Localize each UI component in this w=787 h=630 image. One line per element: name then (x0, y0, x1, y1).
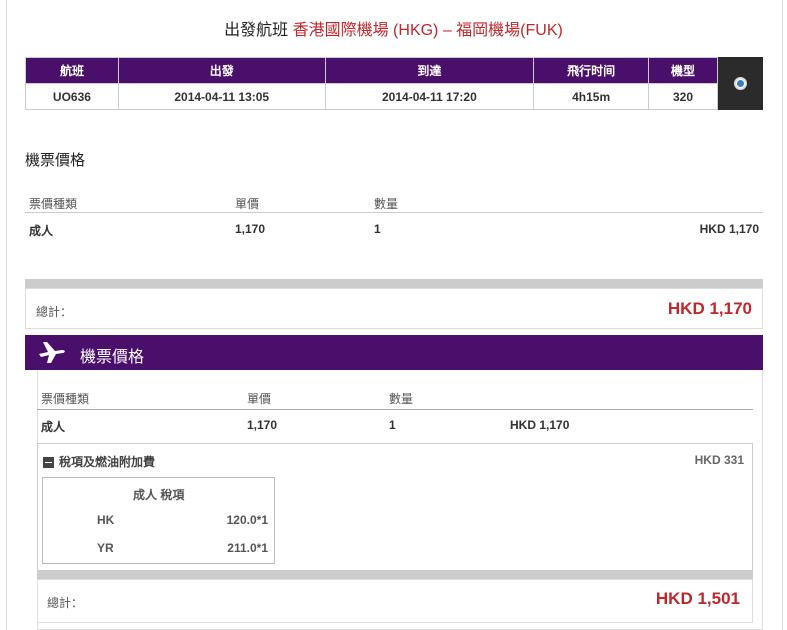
tax-section: 稅項及燃油附加費 HKD 331 成人 稅項 HK 120.0*1 YR 211… (37, 443, 753, 579)
col-flight: 航班 (25, 57, 119, 84)
tax-breakdown-title: 成人 稅項 (133, 488, 185, 502)
title-label: 出發航班 (224, 22, 289, 39)
title-route: 香港國際機場 (HKG) – 福岡機場(FUK) (292, 22, 563, 39)
tax-breakdown: 成人 稅項 HK 120.0*1 YR 211.0*1 (42, 477, 275, 564)
unit-price: 1,170 (235, 222, 266, 236)
col-fare-type: 票價種類 (29, 197, 78, 211)
divider-bar (37, 570, 753, 579)
fare-amount: HKD 1,170 (510, 418, 570, 432)
aircraft-type: 320 (648, 83, 718, 110)
fare-detail-title: 機票價格 (80, 349, 145, 366)
col-arrive: 到達 (324, 57, 535, 84)
flight-duration: 4h15m (533, 83, 650, 110)
col-unit-price: 單價 (247, 392, 272, 406)
col-depart: 出發 (117, 57, 326, 84)
fare-amount: HKD 1,170 (699, 222, 759, 236)
tax-code: HK (97, 513, 115, 527)
tax-title-label: 稅項及燃油附加費 (59, 455, 156, 469)
fare-type: 成人 (29, 224, 54, 238)
fare-detail-total: 總計： HKD 1,501 (37, 579, 753, 623)
col-quantity: 數量 (389, 392, 414, 406)
col-fare-type: 票價種類 (41, 392, 90, 406)
fare-detail-row: 成人 1,170 1 HKD 1,170 (37, 410, 753, 438)
flight-table-header: 航班 出發 到達 飛行时间 機型 (25, 57, 718, 84)
depart-time: 2014-04-11 13:05 (117, 83, 326, 110)
arrive-time: 2014-04-11 17:20 (324, 83, 535, 110)
total-value: HKD 1,170 (667, 299, 752, 318)
tax-amount: HKD 331 (694, 453, 744, 467)
tax-toggle[interactable]: 稅項及燃油附加費 (43, 453, 155, 470)
divider-bar (25, 279, 763, 288)
unit-price: 1,170 (247, 418, 278, 432)
quantity: 1 (374, 222, 381, 236)
fare-detail-header: 機票價格 (25, 335, 763, 370)
col-unit-price: 單價 (235, 197, 260, 211)
page-title: 出發航班 香港國際機場 (HKG) – 福岡機場(FUK) (0, 16, 787, 40)
tax-value: 211.0*1 (227, 541, 268, 555)
airplane-icon (39, 342, 65, 363)
col-duration: 飛行时间 (533, 57, 650, 84)
fare-detail-table-header: 票價種類 單價 數量 (37, 384, 753, 410)
total-label: 總計： (36, 305, 73, 319)
total-value: HKD 1,501 (655, 589, 740, 608)
col-quantity: 數量 (374, 197, 399, 211)
tax-code: YR (97, 541, 114, 555)
flight-row: UO636 2014-04-11 13:05 2014-04-11 17:20 … (25, 83, 718, 110)
fare-summary-total: 總計： HKD 1,170 (25, 288, 763, 329)
quantity: 1 (389, 418, 396, 432)
tax-value: 120.0*1 (226, 513, 268, 527)
collapse-icon (43, 457, 54, 468)
flight-number: UO636 (25, 83, 119, 110)
col-aircraft: 機型 (648, 57, 718, 84)
info-circle-icon (734, 77, 747, 90)
fare-type: 成人 (41, 420, 66, 434)
fare-summary-title: 機票價格 (25, 152, 86, 169)
flight-info-button[interactable] (718, 57, 763, 110)
flight-table: 航班 出發 到達 飛行时间 機型 UO636 2014-04-11 13:05 … (25, 57, 718, 110)
fare-summary-header: 票價種類 單價 數量 (25, 189, 763, 213)
total-label: 總計： (47, 596, 84, 610)
fare-summary-row: 成人 1,170 1 HKD 1,170 (25, 214, 763, 243)
